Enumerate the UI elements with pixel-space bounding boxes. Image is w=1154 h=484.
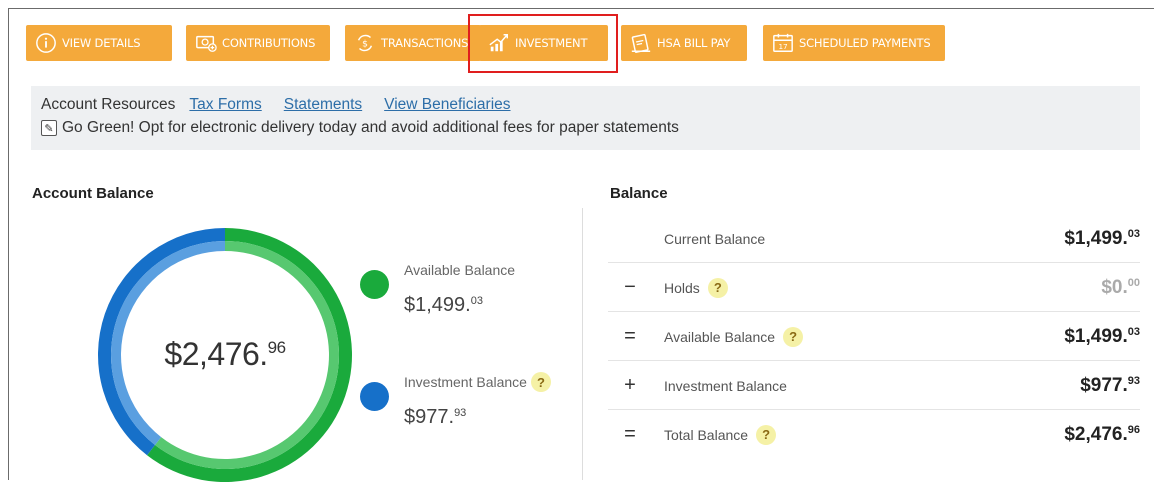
- equals-operator: =: [624, 423, 636, 445]
- investment-legend-label: Investment Balance?: [404, 372, 551, 392]
- available-legend-label: Available Balance: [404, 262, 516, 278]
- investment-legend-dot: [360, 382, 389, 411]
- available-help-icon[interactable]: ?: [783, 326, 804, 347]
- transactions-button[interactable]: $ TRANSACTIONS: [345, 25, 481, 61]
- balance-row-current: Current Balance $1,499. 03: [608, 214, 1140, 263]
- section-divider: [582, 208, 583, 480]
- view-details-button[interactable]: VIEW DETAILS: [26, 25, 172, 61]
- donut-total: $2,476.96: [164, 336, 286, 372]
- dollar-arrows-icon: $: [353, 32, 377, 54]
- statements-link[interactable]: Statements: [284, 96, 362, 114]
- account-balance-title: Account Balance: [32, 185, 154, 202]
- investment-legend-value: $977.93: [404, 406, 467, 428]
- equals-operator: =: [624, 325, 636, 347]
- balance-row-total: = Total Balance? $2,476. 96: [608, 410, 1140, 459]
- scheduled-payments-button[interactable]: 17 SCHEDULED PAYMENTS: [763, 25, 945, 61]
- calendar-day: 17: [779, 42, 788, 51]
- tax-forms-link[interactable]: Tax Forms: [189, 96, 261, 114]
- balance-row-holds: − Holds? $0. 00: [608, 263, 1140, 312]
- view-beneficiaries-link[interactable]: View Beneficiaries: [384, 96, 510, 114]
- money-plus-icon: [194, 32, 218, 54]
- account-resources-label: Account Resources: [41, 95, 176, 113]
- edit-document-icon: ✎: [41, 120, 57, 136]
- minus-operator: −: [624, 276, 636, 298]
- balance-row-available: = Available Balance? $1,499. 03: [608, 312, 1140, 361]
- svg-text:$: $: [362, 39, 368, 50]
- hsa-bill-pay-button[interactable]: HSA BILL PAY: [621, 25, 747, 61]
- bill-pay-icon: [629, 32, 653, 54]
- balance-row-investment: + Investment Balance $977. 93: [608, 361, 1140, 410]
- balance-title: Balance: [610, 185, 668, 202]
- balance-table: Current Balance $1,499. 03 − Holds? $0. 00…: [608, 214, 1140, 459]
- contributions-button[interactable]: CONTRIBUTIONS: [186, 25, 330, 61]
- available-legend-value: $1,499.03: [404, 294, 483, 316]
- account-resources-bar: Account Resources Tax Forms Statements V…: [31, 86, 1140, 150]
- available-legend-dot: [360, 270, 389, 299]
- holds-help-icon[interactable]: ?: [707, 277, 728, 298]
- go-green-notice: Go Green! Opt for electronic delivery to…: [62, 119, 679, 136]
- plus-operator: +: [624, 374, 636, 396]
- investment-help-icon[interactable]: ?: [530, 372, 551, 392]
- total-help-icon[interactable]: ?: [756, 424, 777, 445]
- info-icon: [34, 32, 58, 54]
- investment-highlight-box: [468, 14, 618, 73]
- calendar-icon: 17: [771, 32, 795, 54]
